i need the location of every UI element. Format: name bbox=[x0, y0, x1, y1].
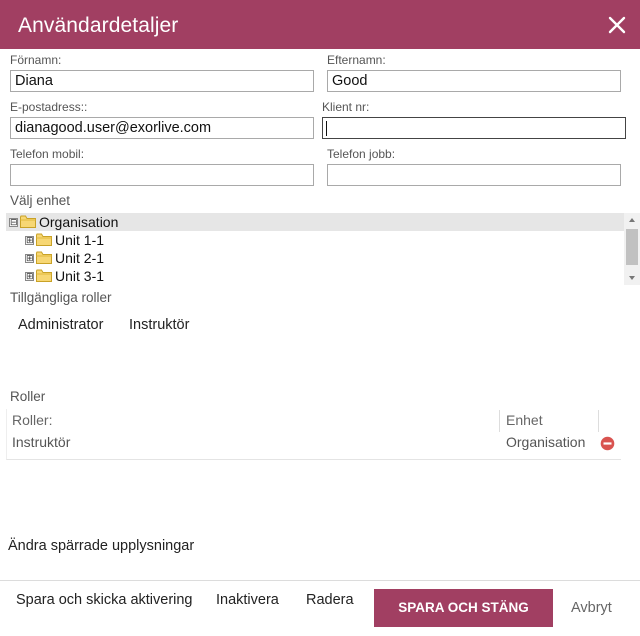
dialog-title: Användardetaljer bbox=[18, 14, 179, 37]
expand-icon[interactable]: ⊞ bbox=[25, 254, 34, 263]
tree-item-label: Organisation bbox=[39, 214, 119, 230]
save-close-button[interactable]: SPARA OCH STÄNG bbox=[374, 589, 553, 627]
column-header-unit: Enhet bbox=[506, 412, 543, 428]
delete-button[interactable]: Radera bbox=[306, 592, 354, 608]
unit-cell: Organisation bbox=[506, 434, 586, 450]
first-name-label: Förnamn: bbox=[10, 53, 62, 67]
column-divider bbox=[499, 410, 500, 432]
text-cursor bbox=[326, 121, 327, 136]
last-name-field[interactable] bbox=[327, 70, 621, 92]
unit-select-label: Välj enhet bbox=[10, 193, 71, 208]
column-divider bbox=[598, 410, 599, 432]
phone-mobile-field[interactable] bbox=[10, 164, 314, 186]
expand-icon[interactable]: ⊞ bbox=[25, 272, 34, 281]
tree-item-label: Unit 1-1 bbox=[55, 232, 105, 248]
folder-icon bbox=[20, 215, 36, 228]
available-roles-label: Tillgängliga roller bbox=[10, 290, 112, 305]
unit-tree: ⊟ Organisation ⊞ Unit 1-1 ⊞ Unit 2-1 ⊞ U… bbox=[6, 213, 624, 285]
client-nr-field[interactable] bbox=[322, 117, 626, 139]
close-icon[interactable] bbox=[606, 14, 628, 36]
tree-item-label: Unit 2-1 bbox=[55, 250, 105, 266]
roles-label: Roller bbox=[10, 389, 46, 404]
role-instruktor[interactable]: Instruktör bbox=[129, 317, 189, 333]
cancel-button[interactable]: Avbryt bbox=[571, 600, 612, 616]
save-send-activation-button[interactable]: Spara och skicka aktivering bbox=[16, 592, 193, 608]
scroll-down-icon[interactable] bbox=[624, 271, 640, 285]
role-administrator[interactable]: Administrator bbox=[18, 317, 103, 333]
footer-divider bbox=[0, 580, 640, 581]
first-name-field[interactable] bbox=[10, 70, 314, 92]
locked-info-link[interactable]: Ändra spärrade upplysningar bbox=[8, 538, 194, 554]
role-cell: Instruktör bbox=[12, 434, 71, 450]
expand-icon[interactable]: ⊞ bbox=[25, 236, 34, 245]
tree-item-unit-3-1[interactable]: ⊞ Unit 3-1 bbox=[6, 267, 624, 285]
folder-icon bbox=[36, 251, 52, 264]
column-header-roles: Roller: bbox=[12, 412, 53, 428]
phone-work-label: Telefon jobb: bbox=[327, 147, 396, 161]
tree-item-unit-2-1[interactable]: ⊞ Unit 2-1 bbox=[6, 249, 624, 267]
phone-mobile-label: Telefon mobil: bbox=[10, 147, 85, 161]
last-name-label: Efternamn: bbox=[327, 53, 386, 67]
scroll-up-icon[interactable] bbox=[624, 213, 640, 227]
tree-item-label: Unit 3-1 bbox=[55, 268, 105, 284]
deactivate-button[interactable]: Inaktivera bbox=[216, 592, 279, 608]
phone-work-field[interactable] bbox=[327, 164, 621, 186]
tree-item-unit-1-1[interactable]: ⊞ Unit 1-1 bbox=[6, 231, 624, 249]
collapse-icon[interactable]: ⊟ bbox=[9, 218, 18, 227]
client-nr-label: Klient nr: bbox=[322, 100, 370, 114]
tree-scrollbar[interactable] bbox=[624, 213, 640, 285]
scroll-thumb[interactable] bbox=[626, 229, 638, 265]
remove-icon[interactable] bbox=[600, 436, 615, 451]
dialog-header: Användardetaljer bbox=[0, 0, 640, 49]
tree-item-organisation[interactable]: ⊟ Organisation bbox=[6, 213, 624, 231]
email-field[interactable] bbox=[10, 117, 314, 139]
email-label: E-postadress:: bbox=[10, 100, 88, 114]
folder-icon bbox=[36, 233, 52, 246]
folder-icon bbox=[36, 269, 52, 282]
